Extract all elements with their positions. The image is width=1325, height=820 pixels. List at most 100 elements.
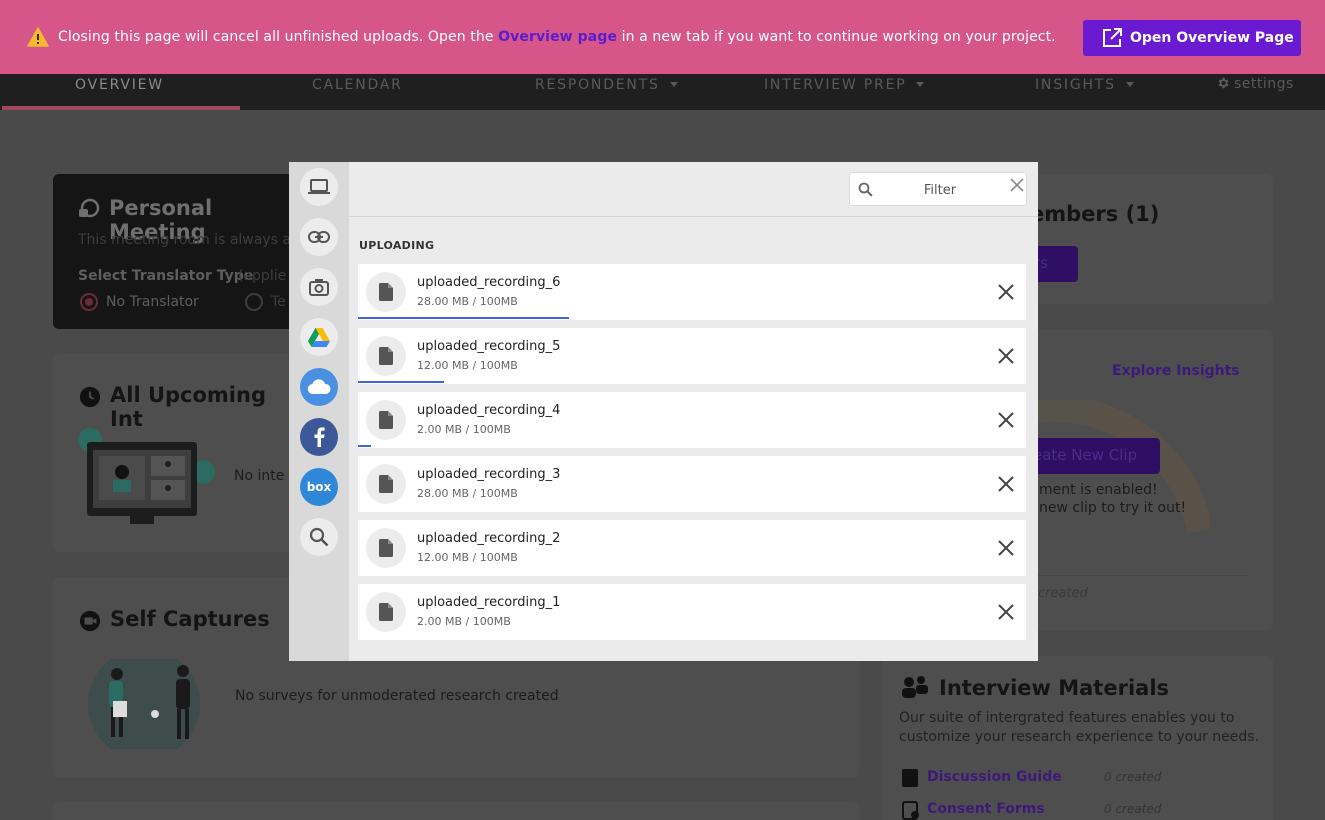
explore-insights-link[interactable]: Explore Insights xyxy=(1112,363,1240,379)
close-icon[interactable] xyxy=(996,602,1016,622)
source-facebook[interactable] xyxy=(300,418,338,456)
upcoming-title: All Upcoming Int xyxy=(110,383,266,431)
file-icon-glyph xyxy=(379,603,393,621)
upload-modal: box UPLOADING uploaded_recording_6 28.00 … xyxy=(289,162,1038,661)
facebook-icon xyxy=(314,427,325,447)
source-sidebar: box xyxy=(289,162,349,661)
upload-file-name: uploaded_recording_6 xyxy=(417,275,561,290)
file-icon xyxy=(366,272,406,312)
filter-input[interactable] xyxy=(880,179,1000,201)
upload-file-size: 12.00 MB / 100MB xyxy=(417,551,518,564)
upload-file-size: 28.00 MB / 100MB xyxy=(417,487,518,500)
upload-file-name: uploaded_recording_3 xyxy=(417,467,561,482)
discussion-guide-link[interactable]: Discussion Guide xyxy=(927,769,1062,785)
upload-progress-bar xyxy=(358,317,569,319)
no-surveys-text: No surveys for unmoderated research crea… xyxy=(235,688,559,704)
nav-calendar[interactable]: CALENDAR xyxy=(312,74,403,110)
consent-forms-link[interactable]: Consent Forms xyxy=(927,801,1045,817)
link-icon xyxy=(308,231,330,243)
source-my-device[interactable] xyxy=(300,168,338,206)
close-icon[interactable] xyxy=(1010,178,1024,192)
interview-materials-card: Interview Materials Our suite of intergr… xyxy=(882,656,1273,820)
banner-text-before: Closing this page will cancel all unfini… xyxy=(58,29,494,45)
members-title: embers (1) xyxy=(1030,202,1160,226)
upload-progress-bar xyxy=(358,445,371,447)
close-icon[interactable] xyxy=(996,410,1016,430)
other-translator-radio[interactable] xyxy=(245,293,263,311)
file-icon-glyph xyxy=(379,347,393,365)
nav-interview-prep-label: INTERVIEW PREP xyxy=(764,77,907,93)
upload-row: uploaded_recording_1 2.00 MB / 100MB xyxy=(358,584,1026,640)
upload-file-name: uploaded_recording_5 xyxy=(417,339,561,354)
insights-card: Explore Insights eate New Clip ment is e… xyxy=(1030,330,1273,630)
filter-box xyxy=(849,172,1027,206)
close-icon[interactable] xyxy=(996,282,1016,302)
warning-icon xyxy=(27,27,49,47)
open-overview-page-button[interactable]: Open Overview Page xyxy=(1083,20,1301,56)
close-icon[interactable] xyxy=(996,474,1016,494)
source-box[interactable]: box xyxy=(300,468,338,506)
close-icon[interactable] xyxy=(996,538,1016,558)
nav-respondents-label: RESPONDENTS xyxy=(535,77,660,93)
divider xyxy=(1030,575,1248,576)
upload-file-name: uploaded_recording_1 xyxy=(417,595,561,610)
clip-line-2: new clip to try it out! xyxy=(1039,500,1187,516)
nav-settings-label: settings xyxy=(1234,76,1294,92)
modal-header xyxy=(349,162,1038,217)
no-translator-label: No Translator xyxy=(106,294,199,310)
clips-created-count: created xyxy=(1038,586,1088,601)
nav-insights-label: INSIGHTS xyxy=(1035,77,1116,93)
laptop-icon xyxy=(308,179,330,194)
open-overview-page-label: Open Overview Page xyxy=(1130,30,1294,46)
overview-page-link[interactable]: Overview page xyxy=(498,29,617,45)
camera-icon xyxy=(309,279,329,296)
clock-icon xyxy=(79,386,101,408)
chevron-down-icon xyxy=(1125,82,1134,87)
discussion-guide-count: 0 created xyxy=(1104,770,1162,784)
nav-overview[interactable]: OVERVIEW xyxy=(75,74,164,110)
nav-respondents[interactable]: RESPONDENTS xyxy=(535,74,678,110)
unfinished-uploads-banner: Closing this page will cancel all unfini… xyxy=(0,0,1325,74)
upload-row: uploaded_recording_5 12.00 MB / 100MB xyxy=(358,328,1026,384)
upload-progress-bar xyxy=(358,381,444,383)
upload-file-size: 2.00 MB / 100MB xyxy=(417,615,511,628)
create-clip-button[interactable]: eate New Clip xyxy=(1030,438,1160,474)
clip-line-1: ment is enabled! xyxy=(1039,482,1158,498)
uploading-section-label: UPLOADING xyxy=(359,239,435,252)
top-nav: OVERVIEW CALENDAR RESPONDENTS INTERVIEW … xyxy=(0,74,1325,110)
meeting-icon xyxy=(79,198,100,218)
upload-file-name: uploaded_recording_2 xyxy=(417,531,561,546)
no-translator-radio[interactable] xyxy=(80,293,98,311)
upload-row: uploaded_recording_2 12.00 MB / 100MB xyxy=(358,520,1026,576)
source-onedrive[interactable] xyxy=(300,368,338,406)
self-captures-illustration xyxy=(88,659,200,749)
banner-text-after: in a new tab if you want to continue wor… xyxy=(621,29,1056,45)
close-icon[interactable] xyxy=(996,346,1016,366)
box-icon: box xyxy=(307,480,332,494)
lower-card xyxy=(53,802,859,820)
source-link[interactable] xyxy=(300,218,338,256)
file-icon xyxy=(366,400,406,440)
upload-file-name: uploaded_recording_4 xyxy=(417,403,561,418)
source-camera[interactable] xyxy=(300,268,338,306)
personal-meeting-card: Personal Meeting This meeting room is al… xyxy=(53,174,293,329)
search-icon xyxy=(858,182,873,197)
external-link-icon xyxy=(1103,28,1122,47)
source-web-search[interactable] xyxy=(300,518,338,556)
file-icon-glyph xyxy=(379,283,393,301)
file-icon xyxy=(366,528,406,568)
file-icon xyxy=(366,336,406,376)
nav-interview-prep[interactable]: INTERVIEW PREP xyxy=(764,74,925,110)
file-icon-glyph xyxy=(379,411,393,429)
source-google-drive[interactable] xyxy=(300,318,338,356)
gear-icon xyxy=(1218,77,1229,89)
nav-insights[interactable]: INSIGHTS xyxy=(1035,74,1134,110)
nav-active-indicator xyxy=(2,106,240,110)
nav-settings[interactable]: settings xyxy=(1216,74,1294,94)
self-captures-title: Self Captures xyxy=(110,607,270,631)
translator-label: Select Translator Type xyxy=(78,268,254,284)
upload-file-size: 2.00 MB / 100MB xyxy=(417,423,511,436)
materials-description-1: Our suite of intergrated features enable… xyxy=(899,710,1235,726)
search-icon xyxy=(309,527,329,547)
translator-hint: (applie xyxy=(238,268,287,284)
